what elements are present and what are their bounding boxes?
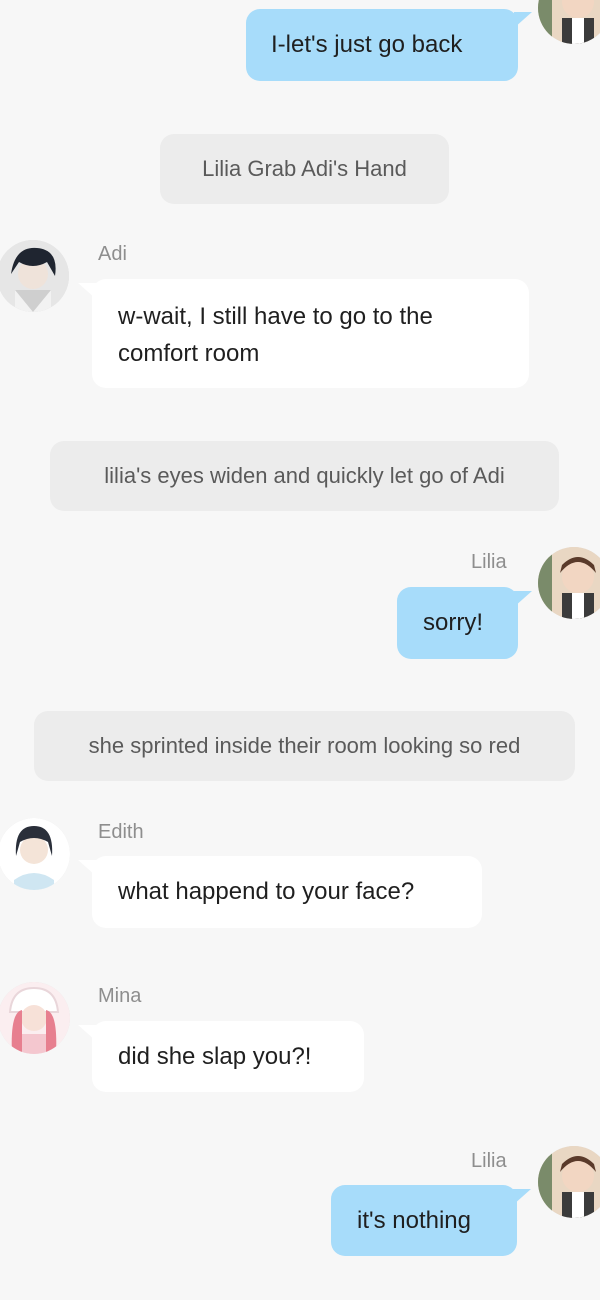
narration-bubble: lilia's eyes widen and quickly let go of… <box>50 441 559 511</box>
lilia-avatar[interactable] <box>538 547 600 619</box>
sender-name: Edith <box>98 821 144 843</box>
message-text: it's nothing <box>357 1207 471 1234</box>
bubble-tail <box>78 1025 96 1041</box>
message-text: what happend to your face? <box>118 878 415 905</box>
bubble-tail <box>78 860 96 876</box>
message-text: I-let's just go back <box>271 31 463 58</box>
message-text: did she slap you?! <box>118 1043 312 1070</box>
lilia-avatar[interactable] <box>538 1146 600 1218</box>
sender-name: Mina <box>98 985 142 1007</box>
message-text-line-1: w-wait, I still have to go to the <box>118 303 433 330</box>
message-text: sorry! <box>423 609 483 636</box>
sender-name: Lilia <box>471 1150 507 1172</box>
outgoing-message-bubble[interactable]: I-let's just go back <box>246 9 518 81</box>
outgoing-message-bubble[interactable]: it's nothing <box>331 1185 517 1256</box>
bubble-tail <box>514 12 532 28</box>
incoming-message-bubble[interactable]: w-wait, I still have to go to the comfor… <box>92 279 529 388</box>
edith-avatar[interactable] <box>0 818 70 890</box>
incoming-message-bubble[interactable]: did she slap you?! <box>92 1021 364 1092</box>
narration-text: lilia's eyes widen and quickly let go of… <box>104 463 505 488</box>
bubble-tail <box>514 591 532 607</box>
bubble-tail <box>78 283 96 299</box>
sender-name: Lilia <box>471 551 507 573</box>
narration-text: Lilia Grab Adi's Hand <box>202 156 407 181</box>
adi-avatar[interactable] <box>0 240 69 312</box>
sender-name: Adi <box>98 243 127 265</box>
incoming-message-bubble[interactable]: what happend to your face? <box>92 856 482 928</box>
narration-bubble: she sprinted inside their room looking s… <box>34 711 575 781</box>
lilia-avatar[interactable] <box>538 0 600 44</box>
mina-avatar[interactable] <box>0 982 70 1054</box>
outgoing-message-bubble[interactable]: sorry! <box>397 587 518 659</box>
bubble-tail <box>513 1189 531 1205</box>
message-text-line-2: comfort room <box>118 340 260 367</box>
narration-bubble: Lilia Grab Adi's Hand <box>160 134 449 204</box>
narration-text: she sprinted inside their room looking s… <box>88 733 521 758</box>
